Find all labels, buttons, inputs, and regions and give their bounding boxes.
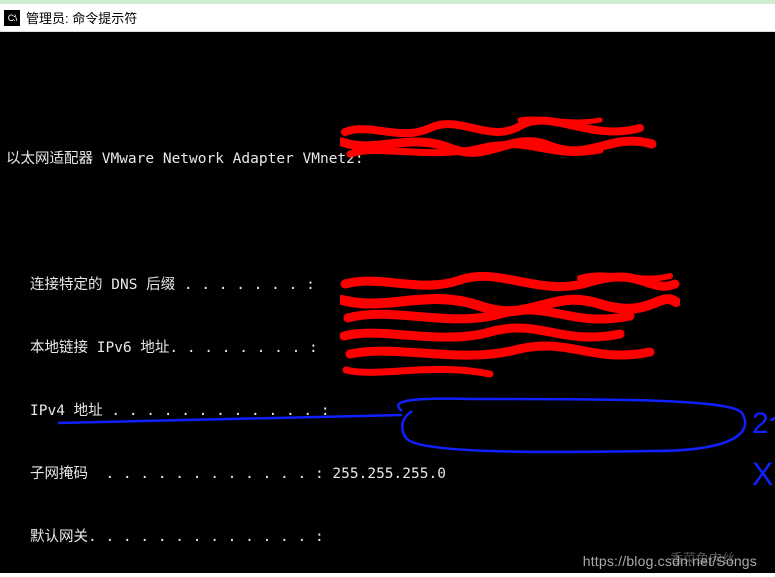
row-ipv4: IPv4 地址 . . . . . . . . . . . . :	[6, 401, 769, 422]
subnet-value: 255.255.255.0	[324, 466, 446, 482]
blue-annotation: 2个 X	[0, 32, 775, 572]
cmd-window: C:\ 管理员: 命令提示符 以太网适配器 VMware Network Ada…	[0, 0, 775, 577]
watermark: https://blog.csdn.net/Songs	[583, 553, 757, 569]
blank-line	[6, 84, 769, 105]
titlebar[interactable]: C:\ 管理员: 命令提示符	[0, 4, 775, 32]
terminal-output[interactable]: 以太网适配器 VMware Network Adapter VMnet2: 连接…	[0, 32, 775, 573]
row-dns-suffix: 连接特定的 DNS 后缀 . . . . . . . :	[6, 275, 769, 296]
subnet-label: 子网掩码 . . . . . . . . . . . . :	[30, 466, 324, 482]
row-gateway: 默认网关. . . . . . . . . . . . . :	[6, 527, 769, 548]
row-subnet: 子网掩码 . . . . . . . . . . . . : 255.255.2…	[6, 464, 769, 485]
window-title: 管理员: 命令提示符	[26, 8, 137, 27]
row-ipv6-link: 本地链接 IPv6 地址. . . . . . . . :	[6, 338, 769, 359]
blank-line	[6, 212, 769, 233]
cmd-icon: C:\	[4, 10, 20, 26]
adapter-header-vmnet2: 以太网适配器 VMware Network Adapter VMnet2:	[6, 149, 769, 170]
